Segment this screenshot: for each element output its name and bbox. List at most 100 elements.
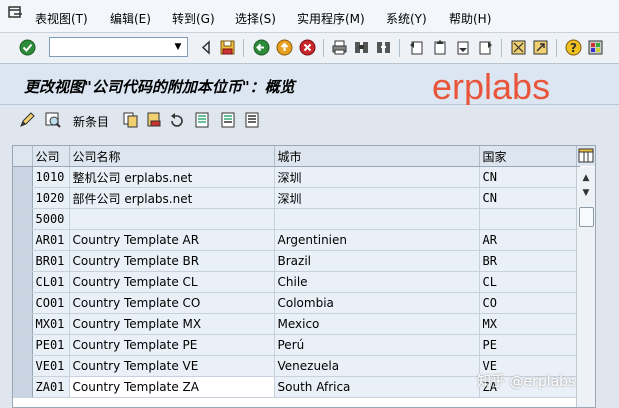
menu-edit[interactable]: 编辑(E) — [110, 10, 151, 27]
row-selector[interactable] — [13, 334, 33, 356]
cell-company[interactable]: BR01 — [32, 250, 70, 272]
cell-city[interactable]: South Africa — [274, 376, 480, 398]
save-icon[interactable] — [219, 39, 236, 56]
find-icon[interactable] — [353, 39, 370, 56]
cell-company[interactable]: 1020 — [32, 187, 70, 209]
cell-company-name[interactable]: Country Template MX — [69, 313, 275, 335]
cell-company-name[interactable]: Country Template PE — [69, 334, 275, 356]
first-page-icon[interactable] — [408, 39, 425, 56]
cell-country[interactable]: CN — [479, 166, 580, 188]
table-row[interactable]: 5000 — [13, 208, 580, 230]
row-selector[interactable] — [13, 187, 33, 209]
menu-help[interactable]: 帮助(H) — [449, 10, 491, 27]
cell-company-name[interactable]: Country Template CL — [69, 271, 275, 293]
cell-city[interactable]: Argentinien — [274, 229, 480, 251]
row-selector[interactable] — [13, 229, 33, 251]
column-settings-button[interactable] — [576, 146, 595, 166]
row-selector[interactable] — [13, 250, 33, 272]
collapse-left-icon[interactable] — [198, 39, 215, 56]
cell-company-name[interactable]: Country Template CO — [69, 292, 275, 314]
row-selector[interactable] — [13, 208, 33, 230]
cell-company[interactable]: AR01 — [32, 229, 70, 251]
table-row[interactable]: CO01 Country Template CO Colombia CO — [13, 292, 580, 314]
row-selector[interactable] — [13, 271, 33, 293]
row-selector[interactable] — [13, 166, 33, 188]
new-entries-button[interactable]: 新条目 — [73, 113, 109, 130]
print-icon[interactable] — [331, 39, 348, 56]
cell-country[interactable]: MX — [479, 313, 580, 335]
table-row[interactable]: 1020 部件公司 erplabs.net 深圳 CN — [13, 187, 580, 209]
select-all-icon[interactable] — [193, 111, 211, 129]
cell-country[interactable]: AR — [479, 229, 580, 251]
header-selector[interactable] — [13, 146, 33, 167]
cancel-icon[interactable] — [299, 39, 316, 56]
row-selector[interactable] — [13, 376, 33, 398]
cell-city[interactable]: Brazil — [274, 250, 480, 272]
column-header-company-name[interactable]: 公司名称 — [69, 146, 275, 167]
scroll-thumb[interactable] — [579, 207, 594, 227]
next-page-icon[interactable] — [454, 39, 471, 56]
cell-company-name[interactable]: 部件公司 erplabs.net — [69, 187, 275, 209]
cell-company[interactable]: VE01 — [32, 355, 70, 377]
last-page-icon[interactable] — [477, 39, 494, 56]
row-selector[interactable] — [13, 313, 33, 335]
cell-country[interactable]: PE — [479, 334, 580, 356]
cell-company[interactable]: CL01 — [32, 271, 70, 293]
cell-company-name[interactable]: Country Template BR — [69, 250, 275, 272]
cell-company[interactable]: MX01 — [32, 313, 70, 335]
customize-icon[interactable] — [587, 39, 604, 56]
cell-company-name[interactable]: Country Template ZA — [69, 376, 275, 398]
cell-country[interactable]: BR — [479, 250, 580, 272]
cell-city[interactable]: 深圳 — [274, 166, 480, 188]
cell-city[interactable]: 深圳 — [274, 187, 480, 209]
column-header-city[interactable]: 城市 — [274, 146, 480, 167]
cell-city[interactable]: Venezuela — [274, 355, 480, 377]
table-row[interactable]: PE01 Country Template PE Perú PE — [13, 334, 580, 356]
cell-country[interactable] — [479, 208, 580, 230]
vertical-scrollbar[interactable]: ▲ ▼ — [576, 167, 595, 407]
deselect-all-icon[interactable] — [243, 111, 261, 129]
cell-company[interactable]: 1010 — [32, 166, 70, 188]
menu-system[interactable]: 系统(Y) — [386, 10, 427, 27]
enter-icon[interactable] — [19, 39, 36, 56]
cell-company-name[interactable]: Country Template VE — [69, 355, 275, 377]
display-change-icon[interactable] — [44, 111, 62, 129]
delete-icon[interactable] — [145, 111, 163, 129]
table-row[interactable]: 1010 整机公司 erplabs.net 深圳 CN — [13, 166, 580, 188]
row-selector[interactable] — [13, 355, 33, 377]
cell-city[interactable]: Chile — [274, 271, 480, 293]
prev-page-icon[interactable] — [431, 39, 448, 56]
layout-icon[interactable] — [510, 39, 527, 56]
cell-company[interactable]: PE01 — [32, 334, 70, 356]
cell-company[interactable]: ZA01 — [32, 376, 70, 398]
undo-change-icon[interactable] — [168, 111, 186, 129]
menu-goto[interactable]: 转到(G) — [172, 10, 215, 27]
cell-country[interactable]: CN — [479, 187, 580, 209]
chevron-down-icon[interactable]: ▼ — [171, 40, 185, 54]
back-icon[interactable] — [253, 39, 270, 56]
system-menu-icon[interactable] — [7, 5, 23, 21]
help-icon[interactable]: ? — [565, 39, 582, 56]
menu-selection[interactable]: 选择(S) — [235, 10, 276, 27]
cell-company[interactable]: 5000 — [32, 208, 70, 230]
cell-company-name[interactable] — [69, 208, 275, 230]
cell-country[interactable]: CO — [479, 292, 580, 314]
copy-as-icon[interactable] — [122, 111, 140, 129]
column-header-company[interactable]: 公司 — [32, 146, 70, 167]
table-row[interactable]: MX01 Country Template MX Mexico MX — [13, 313, 580, 335]
edit-toggle-icon[interactable] — [18, 111, 36, 129]
new-session-icon[interactable] — [532, 39, 549, 56]
row-selector[interactable] — [13, 292, 33, 314]
cell-city[interactable]: Colombia — [274, 292, 480, 314]
menu-utilities[interactable]: 实用程序(M) — [297, 10, 365, 27]
cell-city[interactable]: Mexico — [274, 313, 480, 335]
scroll-down-icon[interactable]: ▼ — [580, 187, 592, 199]
select-block-icon[interactable] — [219, 111, 237, 129]
cell-company-name[interactable]: Country Template AR — [69, 229, 275, 251]
cell-city[interactable] — [274, 208, 480, 230]
table-row[interactable]: CL01 Country Template CL Chile CL — [13, 271, 580, 293]
cell-company-name[interactable]: 整机公司 erplabs.net — [69, 166, 275, 188]
exit-icon[interactable] — [276, 39, 293, 56]
command-field[interactable]: ▼ — [49, 37, 188, 57]
column-header-country[interactable]: 国家 — [479, 146, 580, 167]
